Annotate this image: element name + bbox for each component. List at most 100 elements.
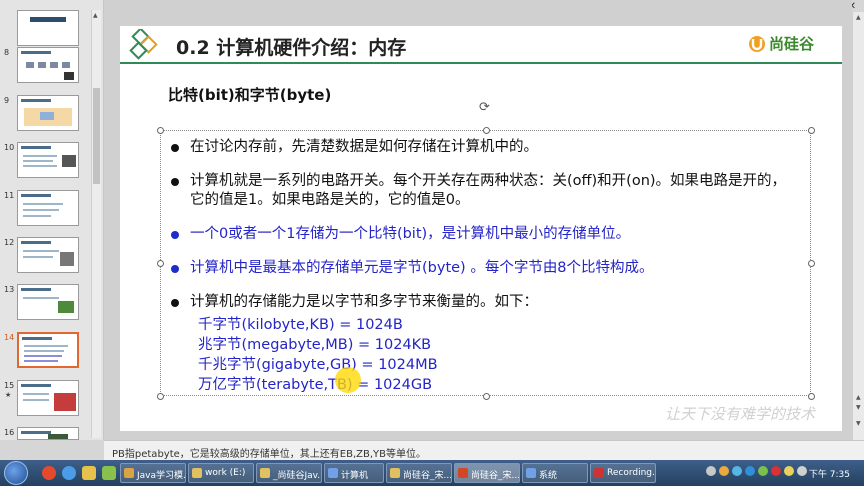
tray-icon[interactable] — [758, 466, 768, 476]
bullet-item[interactable]: 计算机就是一系列的电路开关。每个开关存在两种状态：关(off)和开(on)。如果… — [168, 172, 798, 210]
mouse-cursor-highlight — [335, 367, 361, 393]
taskbar-item-label: work (E:) — [205, 468, 246, 478]
system-tray — [706, 466, 807, 476]
bullet-item[interactable]: 计算机中是最基本的存储单元是字节(byte) 。每个字节由8个比特构成。 — [168, 259, 798, 278]
resize-handle[interactable] — [157, 260, 164, 267]
powerpoint-icon — [458, 468, 468, 478]
tray-icon[interactable] — [732, 466, 742, 476]
slide-thumbnail-active[interactable] — [17, 332, 79, 368]
taskbar-item[interactable]: Recording... — [590, 463, 656, 483]
rotate-handle-icon[interactable]: ⟳ — [479, 100, 490, 115]
taskbar-item-label: Recording... — [607, 468, 656, 478]
taskbar-item-label: 系统 — [539, 471, 558, 481]
taskbar-item[interactable]: 系统 — [522, 463, 588, 483]
tray-icon[interactable] — [745, 466, 755, 476]
taskbar-item-label: 尚硅谷_宋... — [471, 471, 520, 481]
bullet-list[interactable]: 在讨论内存前，先清楚数据是如何存储在计算机中的。 计算机就是一系列的电路开关。每… — [168, 138, 798, 410]
slide-number: 10 — [4, 143, 15, 152]
slide-thumbnail[interactable] — [17, 95, 79, 131]
taskbar-item[interactable]: _尚硅谷Jav... — [256, 463, 322, 483]
app-icon — [124, 468, 134, 478]
resize-handle[interactable] — [808, 393, 815, 400]
brand-logo: 尚硅谷 — [748, 33, 814, 54]
tray-icon[interactable] — [771, 466, 781, 476]
unit-gb: 千兆字节(gigabyte,GB) = 1024MB — [198, 357, 438, 373]
slide-number: 11 — [4, 191, 15, 200]
unit-mb: 兆字节(megabyte,MB) = 1024KB — [198, 337, 432, 353]
unit-tb: 万亿字节(terabyte,TB) = 1024GB — [198, 377, 433, 393]
taskbar-item-label: Java学习模... — [137, 471, 186, 481]
tray-icon[interactable] — [706, 466, 716, 476]
unit-list: 千字节(kilobyte,KB) = 1024B 兆字节(megabyte,MB… — [190, 315, 798, 395]
header-divider — [120, 62, 842, 64]
bullet-text: 计算机的存储能力是以字节和多字节来衡量的。如下： — [190, 294, 538, 310]
taskbar-item[interactable]: 计算机 — [324, 463, 384, 483]
record-icon — [594, 468, 604, 478]
taskbar-item-label: 计算机 — [341, 471, 369, 481]
slides-panel-scrollbar[interactable]: ▲ — [91, 10, 101, 438]
volume-icon[interactable] — [797, 466, 807, 476]
windows-taskbar: Java学习模... work (E:) _尚硅谷Jav... 计算机 尚硅谷_… — [0, 460, 864, 486]
bullet-text: 在讨论内存前，先清楚数据是如何存储在计算机中的。 — [190, 139, 538, 155]
taskbar-item-active[interactable]: 尚硅谷_宋... — [454, 463, 520, 483]
slide-number: 16 — [4, 428, 15, 437]
bullet-dot-icon — [171, 265, 179, 273]
brand-u-icon — [749, 35, 765, 52]
bullet-dot-icon — [171, 144, 179, 152]
slide-thumbnail[interactable] — [17, 237, 79, 273]
folder-icon — [390, 468, 400, 478]
slide-thumbnail[interactable] — [17, 427, 79, 440]
bullet-text: 计算机就是一系列的电路开关。每个开关存在两种状态：关(off)和开(on)。如果… — [190, 173, 787, 208]
taskbar-item-label: 尚硅谷_宋... — [403, 471, 452, 481]
brand-name: 尚硅谷 — [769, 35, 815, 53]
slide-thumbnail[interactable] — [17, 47, 79, 83]
bullet-item[interactable]: 在讨论内存前，先清楚数据是如何存储在计算机中的。 — [168, 138, 798, 157]
taskbar-item[interactable]: Java学习模... — [120, 463, 186, 483]
tray-icon[interactable] — [784, 466, 794, 476]
slide-editing-area: 0.2 计算机硬件介绍：内存 尚硅谷 比特(bit)和字节(byte) ⟳ 在讨… — [104, 0, 852, 440]
ie-icon[interactable] — [62, 466, 76, 480]
current-slide: 0.2 计算机硬件介绍：内存 尚硅谷 比特(bit)和字节(byte) ⟳ 在讨… — [120, 26, 842, 431]
slide-number: 15 — [4, 381, 15, 390]
taskbar-item[interactable]: work (E:) — [188, 463, 254, 483]
folder-icon[interactable] — [82, 466, 96, 480]
resize-handle[interactable] — [157, 127, 164, 134]
app-icon[interactable] — [102, 466, 116, 480]
resize-handle[interactable] — [157, 393, 164, 400]
bullet-item[interactable]: 一个0或者一个1存储为一个比特(bit)，是计算机中最小的存储单位。 — [168, 225, 798, 244]
slide-subheading[interactable]: 比特(bit)和字节(byte) — [168, 84, 331, 105]
slide-title[interactable]: 0.2 计算机硬件介绍：内存 — [176, 33, 406, 60]
editor-scrollbar[interactable]: ▲ ▲ ▼ ▼ — [852, 12, 864, 440]
bullet-text: 一个0或者一个1存储为一个比特(bit)，是计算机中最小的存储单位。 — [190, 226, 631, 242]
slide-thumbnail[interactable] — [17, 380, 79, 416]
slide-number: 8 — [4, 48, 10, 57]
bullet-dot-icon — [171, 299, 179, 307]
resize-handle[interactable] — [808, 127, 815, 134]
slide-number-active: 14 — [4, 333, 15, 342]
unit-kb: 千字节(kilobyte,KB) = 1024B — [198, 317, 403, 333]
slide-thumbnail[interactable] — [17, 142, 79, 178]
folder-icon — [260, 468, 270, 478]
taskbar-clock[interactable]: 下午 7:35 — [809, 467, 850, 480]
resize-handle[interactable] — [808, 260, 815, 267]
slide-thumbnail[interactable] — [17, 190, 79, 226]
slides-panel: 8 9 10 11 12 13 14 15 ★ 16 ▲ — [0, 0, 104, 440]
slide-thumbnail[interactable] — [17, 284, 79, 320]
browser-icon[interactable] — [42, 466, 56, 480]
bullet-dot-icon — [171, 231, 179, 239]
bullet-dot-icon — [171, 178, 179, 186]
start-button[interactable] — [4, 461, 28, 485]
powerpoint-window: — ❐ ✕ 8 9 10 — [0, 0, 864, 486]
computer-icon — [328, 468, 338, 478]
tray-icon[interactable] — [719, 466, 729, 476]
taskbar-item-label: _尚硅谷Jav... — [273, 471, 322, 481]
taskbar-item[interactable]: 尚硅谷_宋... — [386, 463, 452, 483]
slide-thumbnail[interactable] — [17, 10, 79, 46]
scroll-thumb[interactable] — [93, 88, 100, 184]
diamond-logo-icon — [129, 29, 158, 60]
bullet-item[interactable]: 计算机的存储能力是以字节和多字节来衡量的。如下： 千字节(kilobyte,KB… — [168, 293, 798, 395]
slide-number: 12 — [4, 238, 15, 247]
resize-handle[interactable] — [483, 127, 490, 134]
slide-number: 9 — [4, 96, 10, 105]
notes-pane[interactable]: PB指petabyte，它是较高级的存储单位，其上还有EB,ZB,YB等单位。 — [104, 440, 864, 460]
